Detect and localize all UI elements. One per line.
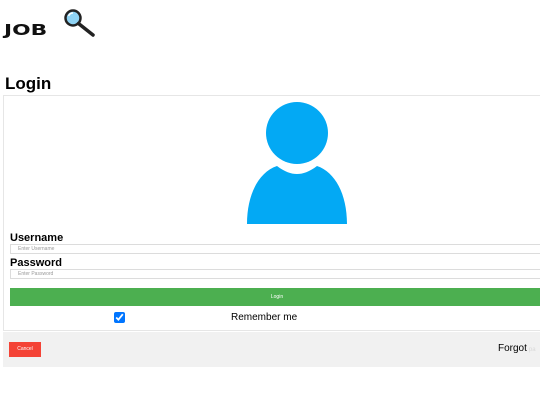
form-footer: Cancel Forgot pa xyxy=(3,332,540,367)
forgot-password-text: Forgot pa xyxy=(498,343,536,354)
remember-me-label: Remember me xyxy=(231,312,298,323)
user-avatar-icon xyxy=(247,102,347,224)
forgot-text: Forgot xyxy=(498,343,527,354)
magnifier-icon xyxy=(64,9,95,37)
remember-me-checkbox[interactable] xyxy=(114,312,125,323)
password-input[interactable] xyxy=(10,269,540,279)
login-form: Username Password Login Remember me xyxy=(3,95,540,331)
page-title: Login xyxy=(5,74,52,93)
cancel-button[interactable]: Cancel xyxy=(9,342,41,357)
password-label: Password xyxy=(10,257,62,269)
job-logo: JOB xyxy=(4,8,96,39)
username-input[interactable] xyxy=(10,244,540,254)
forgot-password-link[interactable]: pa xyxy=(529,347,536,353)
username-label: Username xyxy=(10,232,64,244)
login-button[interactable]: Login xyxy=(10,288,540,306)
logo-text: JOB xyxy=(4,21,48,39)
